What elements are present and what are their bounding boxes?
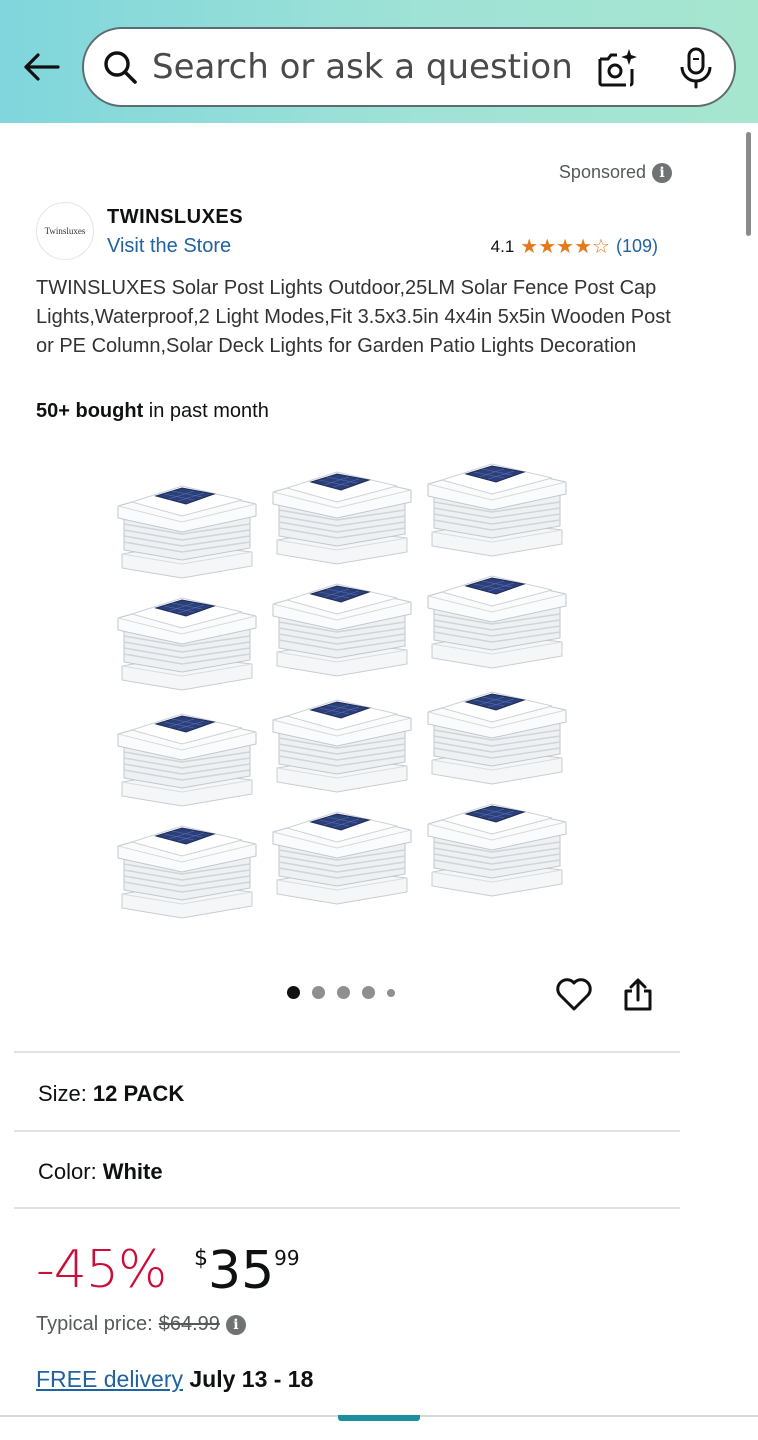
product-thumb-light (117, 597, 257, 691)
color-label: Color: (38, 1159, 97, 1184)
product-thumb-light (117, 485, 257, 579)
bought-count-rest: in past month (143, 400, 269, 422)
size-value: 12 PACK (92, 1081, 185, 1106)
typical-price-label: Typical price: (36, 1313, 153, 1335)
product-thumb-light (427, 463, 567, 557)
rating-summary[interactable]: 4.1 ★ ★ ★ ★ ☆ (109) (491, 236, 658, 257)
bought-count: 50+ bought in past month (36, 400, 269, 423)
star-full-icon: ★ (520, 235, 539, 258)
divider (14, 1207, 680, 1209)
star-full-icon: ★ (574, 235, 593, 258)
info-icon[interactable]: i (225, 1314, 246, 1335)
product-thumb-light (427, 575, 567, 669)
product-thumb-light (272, 471, 412, 565)
color-value: White (102, 1159, 163, 1184)
heart-icon[interactable] (555, 976, 593, 1012)
typical-price: Typical price: $64.99 i (36, 1313, 246, 1336)
search-icon (104, 51, 137, 84)
size-label: Size: (38, 1081, 87, 1106)
carousel-dot[interactable] (387, 988, 395, 997)
product-thumb-light (117, 825, 257, 919)
discount-percent: -45% (36, 1240, 167, 1300)
price: $ 35 99 (194, 1240, 300, 1302)
microphone-icon[interactable] (678, 47, 714, 89)
rating-value: 4.1 (490, 236, 515, 256)
star-full-icon: ★ (556, 235, 575, 258)
brand-logo[interactable]: Twinsluxes (36, 202, 94, 260)
carousel-dot-active[interactable] (287, 986, 300, 999)
carousel-dot[interactable] (337, 986, 350, 999)
price-fraction: 99 (274, 1246, 300, 1270)
divider (14, 1130, 680, 1132)
price-whole: 35 (208, 1241, 275, 1301)
brand-name[interactable]: TWINSLUXES (107, 206, 243, 229)
bottom-bar (0, 1415, 758, 1440)
price-currency: $ (194, 1246, 208, 1271)
bottom-tab-indicator[interactable] (338, 1415, 420, 1421)
back-button[interactable] (18, 44, 64, 90)
image-carousel-dots[interactable] (287, 986, 395, 999)
star-empty-icon: ☆ (592, 235, 610, 258)
review-count-link[interactable]: (109) (616, 236, 658, 257)
carousel-dot[interactable] (312, 986, 325, 999)
search-bar[interactable] (82, 27, 736, 107)
product-thumb-light (272, 811, 412, 905)
top-header (0, 0, 758, 123)
delivery-dates: July 13 - 18 (182, 1366, 314, 1392)
star-rating: ★ ★ ★ ★ ☆ (520, 237, 610, 257)
arrow-left-icon (24, 53, 60, 81)
search-input[interactable] (152, 45, 582, 89)
sponsored-label[interactable]: Sponsored i (559, 162, 672, 183)
bought-count-bold: 50+ bought (36, 400, 144, 422)
product-title: TWINSLUXES Solar Post Lights Outdoor,25L… (36, 277, 671, 357)
product-thumb-light (117, 713, 257, 807)
carousel-dot[interactable] (362, 986, 375, 999)
product-thumb-light (427, 691, 567, 785)
color-selector[interactable]: Color: White (38, 1159, 163, 1185)
product-image[interactable] (110, 450, 585, 920)
product-thumb-light (272, 583, 412, 677)
delivery-info: FREE delivery July 13 - 18 (36, 1366, 313, 1393)
divider (14, 1051, 680, 1053)
sponsored-text: Sponsored (558, 162, 646, 182)
size-selector[interactable]: Size: 12 PACK (38, 1081, 184, 1107)
free-delivery-link[interactable]: FREE delivery (36, 1366, 183, 1392)
star-full-icon: ★ (538, 235, 557, 258)
scrollbar[interactable] (746, 132, 751, 236)
brand-logo-text: Twinsluxes (44, 226, 86, 236)
product-thumb-light (427, 803, 567, 897)
product-thumb-light (272, 699, 412, 793)
info-icon[interactable]: i (652, 162, 672, 183)
camera-icon[interactable] (596, 47, 638, 89)
share-icon[interactable] (622, 976, 654, 1012)
visit-store-link[interactable]: Visit the Store (107, 235, 231, 258)
typical-price-value: $64.99 (158, 1313, 220, 1335)
